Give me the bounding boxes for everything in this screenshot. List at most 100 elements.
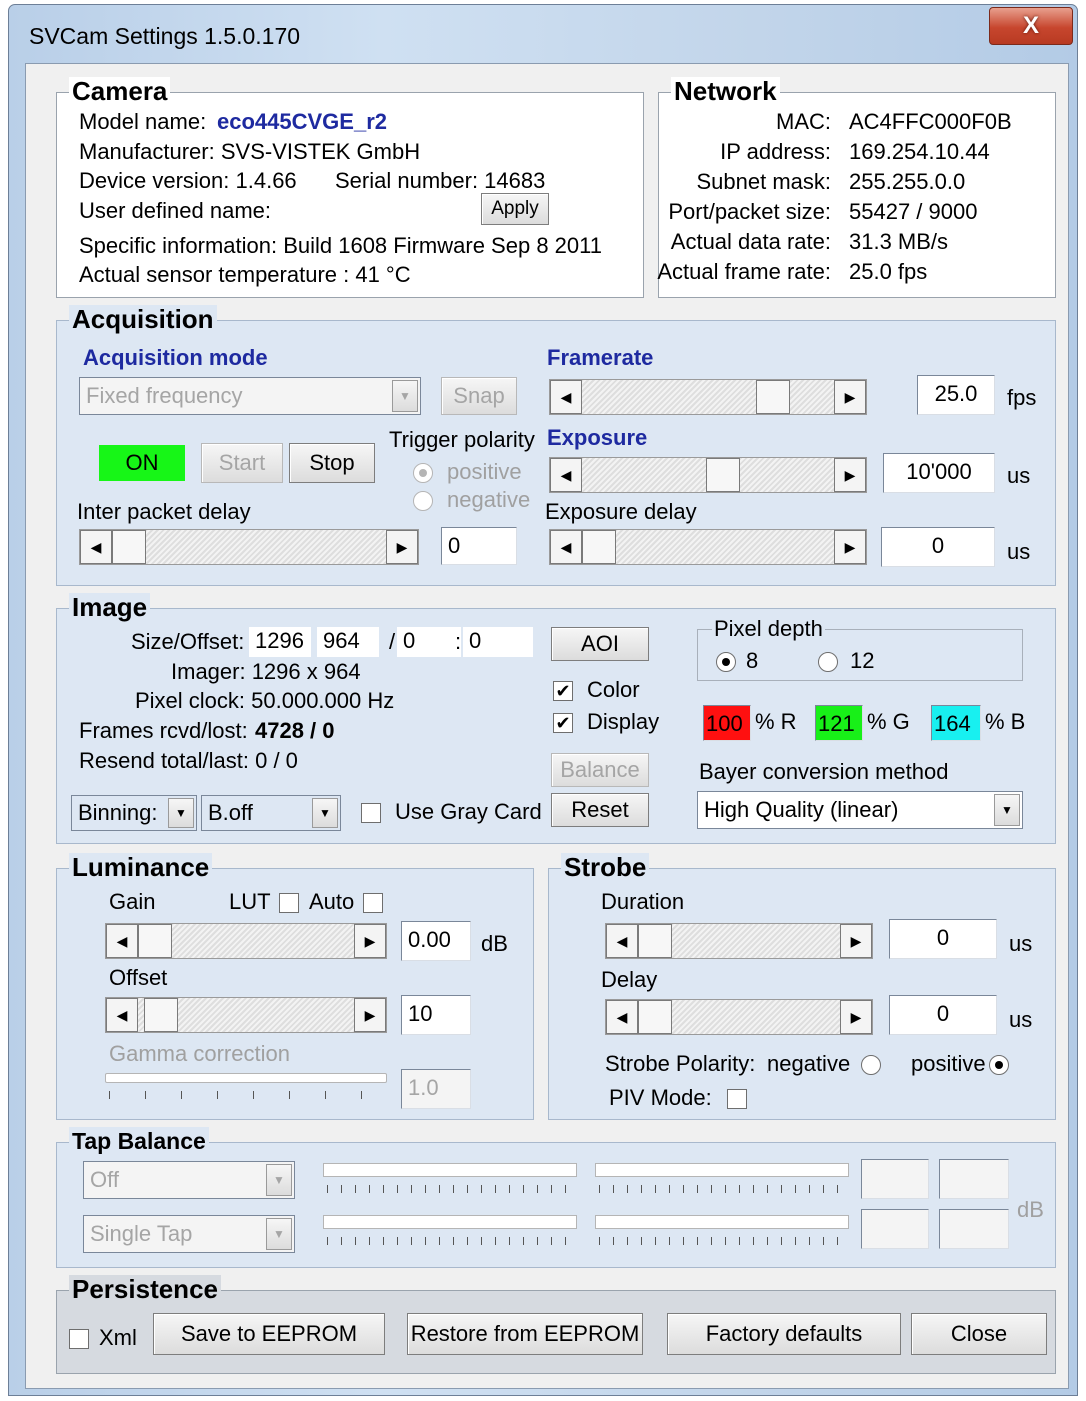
aoi-button[interactable]: AOI xyxy=(551,627,649,661)
apply-button[interactable]: Apply xyxy=(481,193,549,225)
gamma-slider[interactable] xyxy=(105,1073,387,1083)
green-gain-input[interactable]: 121 xyxy=(815,705,863,741)
bayer-method-select[interactable]: High Quality (linear) ▼ xyxy=(697,791,1023,829)
red-gain-input[interactable]: 100 xyxy=(703,705,751,741)
binning-select[interactable]: Binning: ▼ xyxy=(71,795,197,831)
tap-value-input-1[interactable] xyxy=(861,1159,929,1199)
binning-mode-select[interactable]: B.off ▼ xyxy=(201,795,341,831)
chevron-down-icon[interactable]: ▼ xyxy=(392,380,418,412)
strobe-positive-radio[interactable] xyxy=(989,1055,1009,1075)
color-checkbox[interactable]: ✔ xyxy=(553,681,573,701)
slider-thumb[interactable] xyxy=(638,924,672,958)
restore-eeprom-button[interactable]: Restore from EEPROM xyxy=(407,1313,643,1355)
scroll-left-icon[interactable]: ◀ xyxy=(106,924,138,958)
chevron-down-icon[interactable]: ▼ xyxy=(994,794,1020,826)
display-checkbox[interactable]: ✔ xyxy=(553,713,573,733)
slider-thumb[interactable] xyxy=(582,530,616,564)
tap-value-input-4[interactable] xyxy=(939,1209,1009,1249)
offset-x-input[interactable]: 0 xyxy=(397,627,461,657)
pixel-clock-text: Pixel clock: 50.000.000 Hz xyxy=(135,688,395,713)
snap-button[interactable]: Snap xyxy=(441,377,517,415)
tap-value-input-2[interactable] xyxy=(939,1159,1009,1199)
scroll-right-icon[interactable]: ▶ xyxy=(354,924,386,958)
height-input[interactable]: 964 xyxy=(317,627,379,657)
pixel-depth-8-radio[interactable] xyxy=(716,652,736,672)
stop-button[interactable]: Stop xyxy=(289,443,375,483)
tap-slider-1[interactable] xyxy=(323,1163,577,1177)
bayer-method-label: Bayer conversion method xyxy=(699,759,949,784)
slider-thumb[interactable] xyxy=(144,998,178,1032)
xml-checkbox[interactable] xyxy=(69,1329,89,1349)
blue-gain-input[interactable]: 164 xyxy=(931,705,981,741)
duration-slider[interactable]: ◀ ▶ xyxy=(605,923,873,959)
start-button[interactable]: Start xyxy=(201,443,283,483)
trigger-positive-radio[interactable] xyxy=(413,463,433,483)
tap-value-input-3[interactable] xyxy=(861,1209,929,1249)
acquisition-mode-label: Acquisition mode xyxy=(83,345,268,370)
tap-slider-3-ticks xyxy=(327,1237,577,1245)
scroll-left-icon[interactable]: ◀ xyxy=(606,1000,638,1034)
chevron-down-icon[interactable]: ▼ xyxy=(312,798,338,828)
inter-packet-delay-input[interactable]: 0 xyxy=(441,527,517,565)
reset-button[interactable]: Reset xyxy=(551,793,649,827)
framerate-input[interactable]: 25.0 xyxy=(917,375,995,415)
gamma-input[interactable]: 1.0 xyxy=(401,1069,471,1109)
tap-slider-2[interactable] xyxy=(595,1163,849,1177)
scroll-right-icon[interactable]: ▶ xyxy=(840,1000,872,1034)
delay-slider[interactable]: ◀ ▶ xyxy=(605,999,873,1035)
scroll-right-icon[interactable]: ▶ xyxy=(834,530,866,564)
scroll-left-icon[interactable]: ◀ xyxy=(80,530,112,564)
slider-thumb[interactable] xyxy=(706,458,740,492)
offset-y-input[interactable]: 0 xyxy=(463,627,533,657)
scroll-left-icon[interactable]: ◀ xyxy=(550,380,582,414)
chevron-down-icon[interactable]: ▼ xyxy=(266,1164,292,1196)
tap-count-select[interactable]: Single Tap ▼ xyxy=(83,1215,295,1253)
trigger-negative-radio[interactable] xyxy=(413,491,433,511)
offset-slider[interactable]: ◀ ▶ xyxy=(105,997,387,1033)
delay-input[interactable]: 0 xyxy=(889,995,997,1035)
framerate-slider[interactable]: ◀ ▶ xyxy=(549,379,867,415)
scroll-left-icon[interactable]: ◀ xyxy=(550,458,582,492)
close-button[interactable]: Close xyxy=(911,1313,1047,1355)
network-subnet-label: Subnet mask: xyxy=(696,169,831,194)
tap-slider-3[interactable] xyxy=(323,1215,577,1229)
lut-checkbox[interactable] xyxy=(279,893,299,913)
exposure-delay-input[interactable]: 0 xyxy=(881,527,995,567)
slider-thumb[interactable] xyxy=(138,924,172,958)
exposure-slider[interactable]: ◀ ▶ xyxy=(549,457,867,493)
tap-slider-4[interactable] xyxy=(595,1215,849,1229)
window-close-button[interactable]: X xyxy=(989,7,1073,45)
slider-thumb[interactable] xyxy=(638,1000,672,1034)
chevron-down-icon[interactable]: ▼ xyxy=(266,1218,292,1250)
slider-thumb[interactable] xyxy=(756,380,790,414)
scroll-right-icon[interactable]: ▶ xyxy=(834,380,866,414)
piv-mode-checkbox[interactable] xyxy=(727,1089,747,1109)
exposure-delay-slider[interactable]: ◀ ▶ xyxy=(549,529,867,565)
slider-thumb[interactable] xyxy=(112,530,146,564)
strobe-negative-radio[interactable] xyxy=(861,1055,881,1075)
tap-balance-mode-select[interactable]: Off ▼ xyxy=(83,1161,295,1199)
acquisition-mode-select[interactable]: Fixed frequency ▼ xyxy=(79,377,421,415)
gain-input[interactable]: 0.00 xyxy=(401,921,471,961)
scroll-right-icon[interactable]: ▶ xyxy=(840,924,872,958)
scroll-left-icon[interactable]: ◀ xyxy=(606,924,638,958)
chevron-down-icon[interactable]: ▼ xyxy=(168,798,194,828)
scroll-left-icon[interactable]: ◀ xyxy=(106,998,138,1032)
save-eeprom-button[interactable]: Save to EEPROM xyxy=(153,1313,385,1355)
scroll-left-icon[interactable]: ◀ xyxy=(550,530,582,564)
auto-checkbox[interactable] xyxy=(363,893,383,913)
inter-packet-delay-slider[interactable]: ◀ ▶ xyxy=(79,529,419,565)
gain-slider[interactable]: ◀ ▶ xyxy=(105,923,387,959)
scroll-right-icon[interactable]: ▶ xyxy=(386,530,418,564)
offset-input[interactable]: 10 xyxy=(401,995,471,1035)
title-bar[interactable]: SVCam Settings 1.5.0.170 X xyxy=(9,5,1077,65)
scroll-right-icon[interactable]: ▶ xyxy=(354,998,386,1032)
exposure-input[interactable]: 10'000 xyxy=(883,453,995,493)
width-input[interactable]: 1296 xyxy=(249,627,311,657)
scroll-right-icon[interactable]: ▶ xyxy=(834,458,866,492)
factory-defaults-button[interactable]: Factory defaults xyxy=(667,1313,901,1355)
duration-input[interactable]: 0 xyxy=(889,919,997,959)
pixel-depth-12-radio[interactable] xyxy=(818,652,838,672)
gray-card-checkbox[interactable] xyxy=(361,803,381,823)
balance-button[interactable]: Balance xyxy=(551,753,649,787)
